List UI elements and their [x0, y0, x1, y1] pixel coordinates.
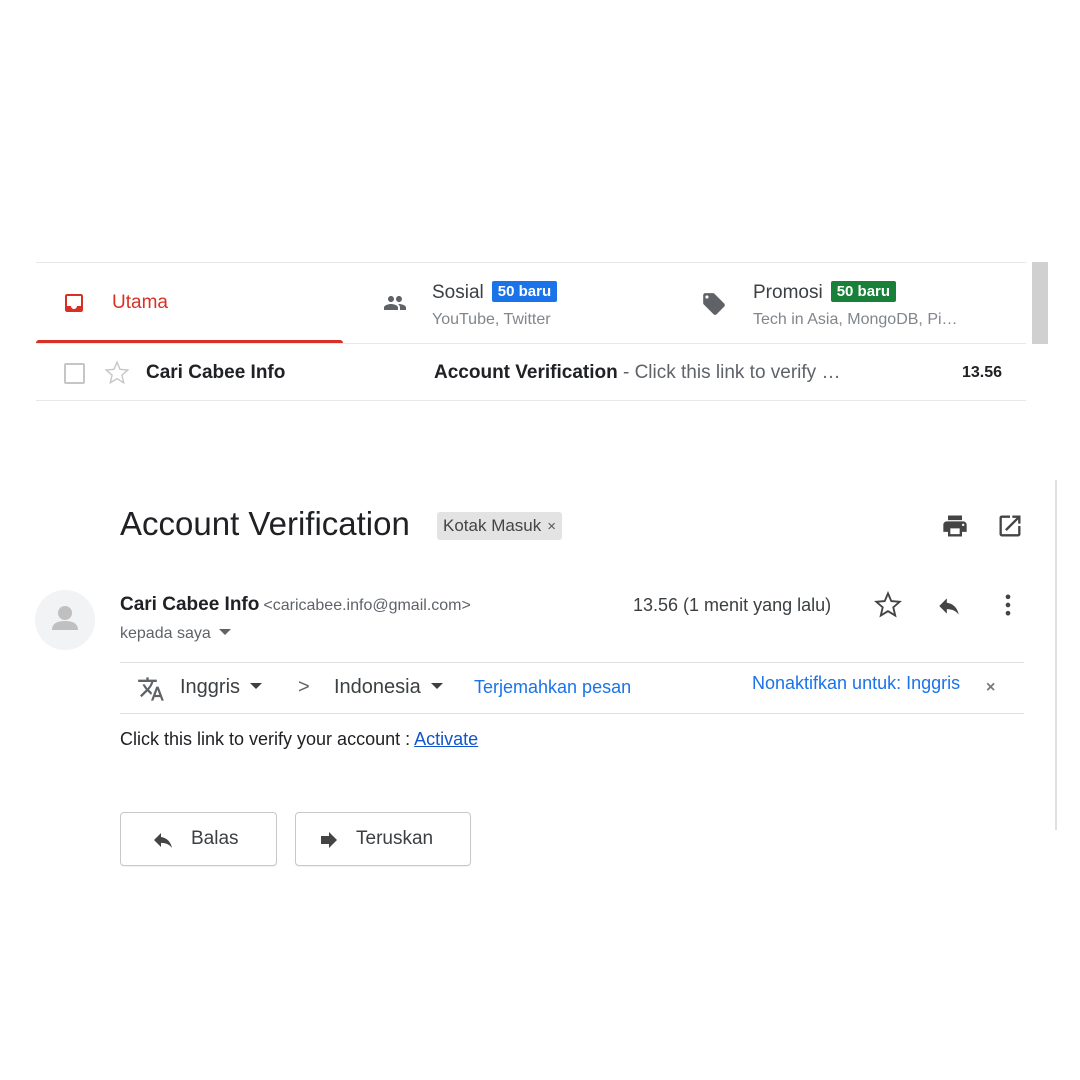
- sender-line: Cari Cabee Info <caricabee.info@gmail.com…: [120, 594, 471, 616]
- row-subject: Account Verification: [434, 362, 618, 383]
- tab-sosial-senders: YouTube, Twitter: [432, 311, 551, 328]
- disable-translation-link[interactable]: Nonaktifkan untuk: Inggris: [752, 673, 960, 694]
- scrollbar-thumb[interactable]: [1032, 262, 1048, 344]
- tab-sosial-label: Sosial: [432, 282, 484, 303]
- label-chip-text: Kotak Masuk: [443, 516, 542, 535]
- tab-utama-label: Utama: [112, 292, 168, 313]
- reply-icon: [149, 828, 177, 857]
- translate-bar: Inggris > Indonesia Terjemahkan pesan No…: [120, 662, 1024, 714]
- sender-email: <caricabee.info@gmail.com>: [263, 597, 471, 614]
- forward-icon: [316, 828, 342, 857]
- reply-icon[interactable]: [934, 593, 964, 624]
- close-icon[interactable]: ×: [986, 679, 995, 697]
- tag-icon: [701, 291, 727, 322]
- message-body-text: Click this link to verify your account :: [120, 729, 415, 749]
- new-count-badge: 50 baru: [830, 281, 897, 302]
- source-language-dropdown[interactable]: Inggris: [180, 676, 263, 699]
- target-language: Indonesia: [334, 676, 421, 698]
- forward-button[interactable]: Teruskan: [295, 812, 471, 866]
- forward-button-label: Teruskan: [356, 828, 434, 849]
- row-snippet: - Click this link to verify …: [617, 362, 841, 383]
- star-icon[interactable]: [104, 360, 130, 391]
- message-subject: Account Verification: [120, 505, 410, 542]
- chevron-right-icon: >: [298, 676, 310, 698]
- mail-list-row[interactable]: Cari Cabee Info Account Verification - C…: [36, 344, 1026, 401]
- scrollbar-line: [1055, 480, 1057, 830]
- message-body: Click this link to verify your account :…: [120, 729, 478, 750]
- person-icon: [52, 606, 78, 630]
- source-language: Inggris: [180, 676, 241, 698]
- tab-promosi-title: Promosi 50 baru: [753, 281, 897, 304]
- new-count-badge: 50 baru: [491, 281, 558, 302]
- star-icon[interactable]: [874, 590, 902, 624]
- row-subject-snippet: Account Verification - Click this link t…: [434, 362, 840, 384]
- recipients-toggle[interactable]: kepada saya: [120, 625, 231, 643]
- row-time: 13.56: [961, 364, 1002, 381]
- open-in-new-window-icon[interactable]: [996, 512, 1024, 545]
- reply-button[interactable]: Balas: [120, 812, 277, 866]
- activate-link[interactable]: Activate: [414, 729, 478, 749]
- translate-icon: [136, 675, 166, 708]
- chevron-down-icon: [250, 683, 263, 689]
- label-chip[interactable]: Kotak Masuk ×: [437, 512, 563, 540]
- sender-name: Cari Cabee Info: [120, 594, 260, 615]
- more-options-icon[interactable]: [1000, 591, 1016, 624]
- inbox-icon: [62, 291, 86, 320]
- tab-promosi[interactable]: Promosi 50 baru Tech in Asia, MongoDB, Pi…: [701, 263, 1026, 343]
- tab-promosi-label: Promosi: [753, 282, 823, 303]
- target-language-dropdown[interactable]: Indonesia: [334, 676, 443, 699]
- remove-label-icon[interactable]: ×: [547, 518, 556, 535]
- chevron-down-icon: [430, 683, 443, 689]
- tab-promosi-senders: Tech in Asia, MongoDB, Pi…: [753, 311, 958, 328]
- people-icon: [380, 291, 410, 320]
- select-checkbox[interactable]: [64, 363, 85, 384]
- avatar: [35, 590, 95, 650]
- reply-button-label: Balas: [191, 828, 239, 849]
- translate-message-link[interactable]: Terjemahkan pesan: [474, 677, 631, 698]
- print-icon[interactable]: [940, 512, 970, 545]
- inbox-panel: Utama Sosial 50 baru YouTube, Twitter Pro…: [36, 262, 1026, 402]
- tab-sosial[interactable]: Sosial 50 baru YouTube, Twitter: [380, 263, 680, 343]
- tab-sosial-title: Sosial 50 baru: [432, 281, 558, 304]
- row-sender: Cari Cabee Info: [146, 362, 286, 383]
- tab-utama[interactable]: Utama: [36, 263, 343, 344]
- recipient-text: kepada saya: [120, 625, 211, 642]
- message-time: 13.56 (1 menit yang lalu): [633, 595, 832, 615]
- chevron-down-icon: [218, 629, 231, 635]
